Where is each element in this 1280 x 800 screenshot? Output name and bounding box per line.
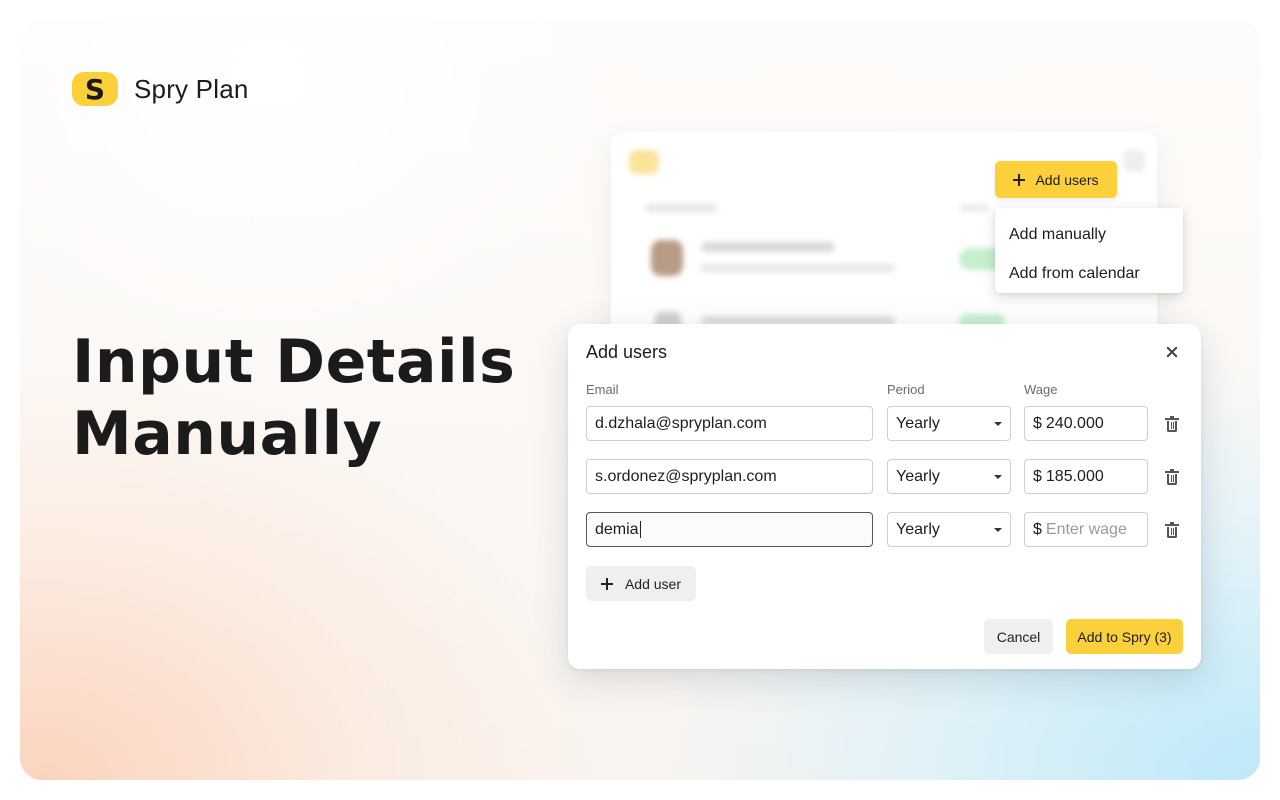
period-value: Yearly	[896, 414, 940, 432]
wage-field[interactable]: $ Enter wage	[1024, 512, 1148, 547]
brand-name: Spry Plan	[134, 73, 249, 104]
add-user-label: Add user	[624, 575, 682, 592]
wage-value: 240.000	[1045, 414, 1104, 432]
add-user-button[interactable]: Add user	[586, 566, 696, 601]
add-users-dialog: Add users Email Period Wage d.dzhala@spr…	[568, 324, 1201, 669]
period-value: Yearly	[896, 467, 940, 485]
email-value: demia	[595, 520, 639, 538]
wage-placeholder: Enter wage	[1045, 520, 1127, 538]
wage-column-label: Wage	[1024, 382, 1058, 397]
email-field[interactable]: d.dzhala@spryplan.com	[586, 406, 873, 441]
blurred-text-line	[701, 264, 895, 272]
menu-item-add-manually[interactable]: Add manually	[995, 216, 1183, 254]
blurred-column-header	[645, 204, 717, 212]
wage-field[interactable]: $ 240.000	[1024, 406, 1148, 441]
brand: S Spry Plan	[72, 72, 249, 106]
add-users-label: Add users	[1035, 171, 1099, 188]
trash-icon[interactable]	[1165, 469, 1179, 485]
period-column-label: Period	[887, 382, 925, 397]
blurred-logo	[629, 150, 659, 174]
email-field[interactable]: s.ordonez@spryplan.com	[586, 459, 873, 494]
email-column-label: Email	[586, 382, 619, 397]
currency-symbol: $	[1033, 520, 1042, 538]
period-select[interactable]: Yearly	[887, 406, 1011, 441]
blurred-text-line	[701, 242, 835, 252]
wage-value: 185.000	[1045, 467, 1104, 485]
period-select[interactable]: Yearly	[887, 512, 1011, 547]
trash-icon[interactable]	[1165, 416, 1179, 432]
dialog-title: Add users	[586, 342, 668, 362]
menu-item-add-from-calendar[interactable]: Add from calendar	[995, 254, 1183, 294]
period-select[interactable]: Yearly	[887, 459, 1011, 494]
blurred-avatar	[651, 240, 683, 276]
email-value: d.dzhala@spryplan.com	[595, 414, 767, 432]
plus-icon	[1013, 173, 1026, 186]
caret-down-icon	[994, 421, 1002, 426]
currency-symbol: $	[1033, 467, 1042, 485]
add-users-button[interactable]: Add users	[995, 161, 1117, 198]
currency-symbol: $	[1033, 414, 1042, 432]
caret-down-icon	[994, 527, 1002, 532]
email-field-active[interactable]: demia	[586, 512, 873, 547]
hero-title: Input Details Manually	[72, 327, 516, 469]
add-to-spry-button[interactable]: Add to Spry (3)	[1066, 619, 1183, 654]
trash-icon[interactable]	[1165, 522, 1179, 538]
period-value: Yearly	[896, 520, 940, 538]
caret-down-icon	[994, 474, 1002, 479]
text-cursor	[639, 521, 641, 538]
wage-field[interactable]: $ 185.000	[1024, 459, 1148, 494]
close-icon[interactable]	[1162, 342, 1182, 362]
brand-logo: S	[72, 72, 118, 106]
blurred-column-header	[959, 204, 989, 212]
email-value: s.ordonez@spryplan.com	[595, 467, 777, 485]
blurred-icon	[1123, 150, 1145, 172]
plus-icon	[600, 577, 613, 590]
cancel-button[interactable]: Cancel	[984, 619, 1053, 654]
add-users-menu: Add manually Add from calendar	[995, 208, 1183, 293]
